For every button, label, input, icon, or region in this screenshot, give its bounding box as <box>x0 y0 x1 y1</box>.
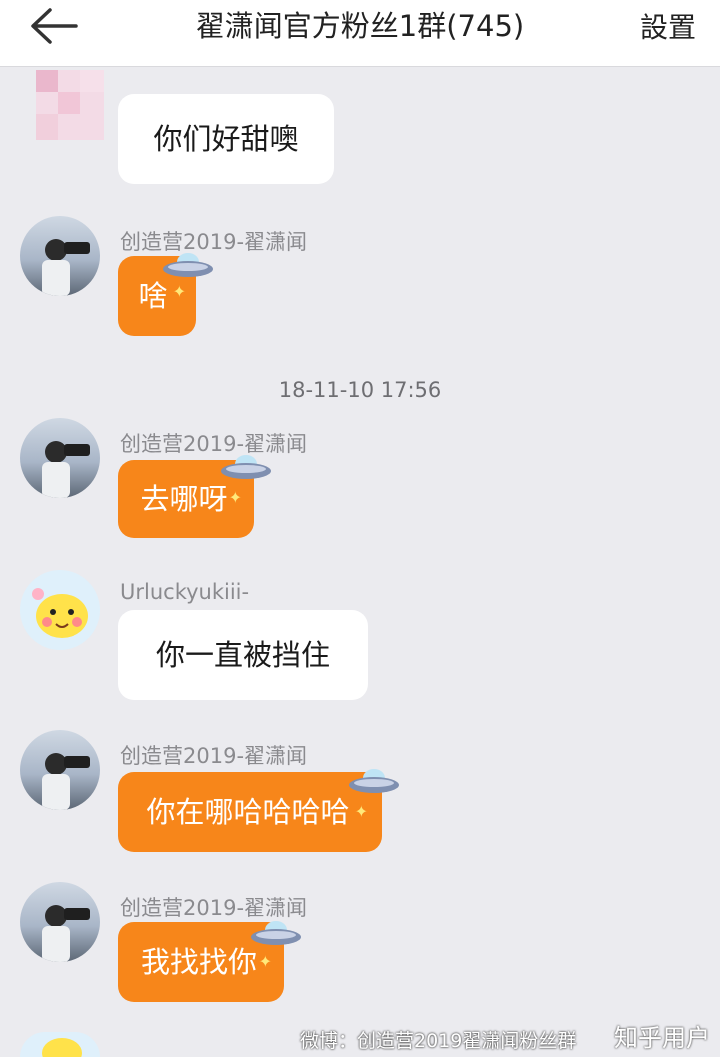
pikachu-avatar-icon <box>32 588 88 638</box>
sender-name: Urluckyukiii- <box>120 580 250 604</box>
sparkle-icon: ✦ <box>258 952 272 971</box>
avatar[interactable] <box>20 1032 100 1057</box>
avatar[interactable] <box>20 570 100 650</box>
ufo-icon <box>163 253 213 277</box>
message-text: 你们好甜噢 <box>153 121 299 156</box>
zhihu-watermark: 知乎用户 <box>614 1024 710 1052</box>
message-text: 去哪呀 <box>140 481 228 516</box>
ufo-icon <box>251 921 301 945</box>
message-text: 我找找你 <box>140 944 257 979</box>
avatar[interactable] <box>20 216 100 296</box>
watermark-text: 微博：创造营2019翟潇闻粉丝群 <box>300 1030 577 1052</box>
settings-button[interactable]: 設置 <box>640 8 696 48</box>
message-bubble[interactable]: 你在哪哈哈哈哈 ✦ <box>118 772 382 852</box>
group-title: 翟潇闻官方粉丝1群(745) <box>195 9 525 43</box>
chat-header: 翟潇闻官方粉丝1群(745) 設置 <box>0 0 720 67</box>
person-photo-icon <box>42 441 90 498</box>
ufo-icon <box>349 769 399 793</box>
message-text: 啥 <box>138 278 168 313</box>
sparkle-icon: ✦ <box>228 488 242 507</box>
avatar[interactable] <box>20 418 100 498</box>
back-arrow-icon <box>31 8 78 44</box>
sparkle-icon: ✦ <box>354 802 368 821</box>
message-text: 你一直被挡住 <box>155 637 330 672</box>
avatar[interactable] <box>20 882 100 962</box>
sender-name: 创造营2019-翟潇闻 <box>120 432 308 456</box>
sparkle-icon: ✦ <box>172 282 186 301</box>
sender-name: 创造营2019-翟潇闻 <box>120 744 308 768</box>
avatar[interactable] <box>20 730 100 810</box>
person-photo-icon <box>42 753 90 810</box>
message-text: 你在哪哈哈哈哈 <box>146 794 350 829</box>
ufo-icon <box>221 455 271 479</box>
person-photo-icon <box>42 905 90 962</box>
person-photo-icon <box>42 239 90 296</box>
timestamp: 18-11-10 17:56 <box>278 378 442 402</box>
avatar[interactable] <box>36 70 104 140</box>
message-bubble[interactable]: 你们好甜噢 <box>118 94 334 184</box>
message-bubble[interactable]: 你一直被挡住 <box>118 610 368 700</box>
back-button[interactable] <box>26 6 82 46</box>
